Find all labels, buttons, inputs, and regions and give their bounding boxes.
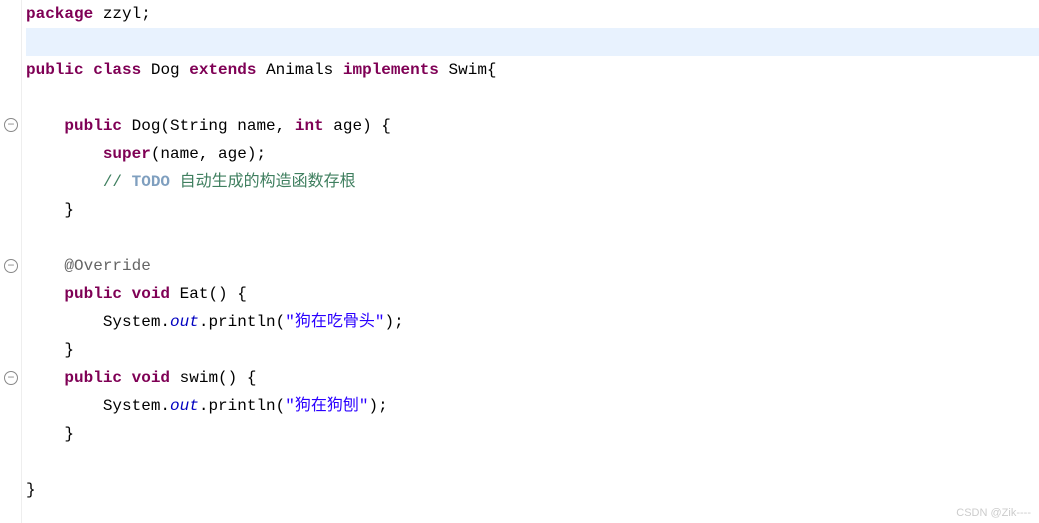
keyword: public xyxy=(26,61,84,79)
text: Swim{ xyxy=(439,61,497,79)
code-line[interactable]: public Dog(String name, int age) { xyxy=(26,112,1039,140)
keyword: extends xyxy=(189,61,256,79)
code-line[interactable]: } xyxy=(26,420,1039,448)
text: System. xyxy=(26,397,170,415)
keyword: void xyxy=(132,285,170,303)
keyword: void xyxy=(132,369,170,387)
text: age) { xyxy=(324,117,391,135)
comment: 自动生成的构造函数存根 xyxy=(170,173,356,191)
text xyxy=(84,61,94,79)
code-line[interactable]: super(name, age); xyxy=(26,140,1039,168)
comment: // xyxy=(103,173,132,191)
text: Eat() { xyxy=(170,285,247,303)
code-line-current[interactable] xyxy=(26,28,1039,56)
text: Dog xyxy=(141,61,189,79)
code-line[interactable] xyxy=(26,224,1039,252)
text: Dog(String name, xyxy=(122,117,295,135)
text: } xyxy=(26,425,74,443)
text: } xyxy=(26,201,74,219)
watermark: CSDN @Zik---- xyxy=(956,507,1031,519)
gutter: − − − xyxy=(0,0,22,523)
text: ); xyxy=(368,397,387,415)
string-literal: "狗在狗刨" xyxy=(285,397,368,415)
code-content[interactable]: package zzyl; public class Dog extends A… xyxy=(22,0,1039,523)
text: } xyxy=(26,341,74,359)
code-line[interactable]: } xyxy=(26,336,1039,364)
todo-tag: TODO xyxy=(132,173,170,191)
text: .println( xyxy=(199,397,285,415)
text: zzyl; xyxy=(93,5,151,23)
keyword: package xyxy=(26,5,93,23)
text: ); xyxy=(384,313,403,331)
code-line[interactable] xyxy=(26,448,1039,476)
keyword: public xyxy=(64,285,122,303)
code-line[interactable]: public void swim() { xyxy=(26,364,1039,392)
code-line[interactable]: } xyxy=(26,476,1039,504)
keyword: class xyxy=(93,61,141,79)
code-line[interactable]: @Override xyxy=(26,252,1039,280)
field: out xyxy=(170,313,199,331)
code-line[interactable] xyxy=(26,84,1039,112)
keyword: int xyxy=(295,117,324,135)
annotation: @Override xyxy=(64,257,150,275)
text: Animals xyxy=(256,61,342,79)
code-line[interactable]: package zzyl; xyxy=(26,0,1039,28)
text: } xyxy=(26,481,36,499)
code-line[interactable]: System.out.println("狗在狗刨"); xyxy=(26,392,1039,420)
text xyxy=(122,285,132,303)
code-line[interactable]: public void Eat() { xyxy=(26,280,1039,308)
code-line[interactable]: // TODO 自动生成的构造函数存根 xyxy=(26,168,1039,196)
keyword: public xyxy=(64,369,122,387)
fold-toggle-icon[interactable]: − xyxy=(4,259,18,273)
fold-toggle-icon[interactable]: − xyxy=(4,371,18,385)
text xyxy=(122,369,132,387)
text: (name, age); xyxy=(151,145,266,163)
fold-toggle-icon[interactable]: − xyxy=(4,118,18,132)
string-literal: "狗在吃骨头" xyxy=(285,313,384,331)
keyword: public xyxy=(64,117,122,135)
text: .println( xyxy=(199,313,285,331)
code-editor[interactable]: − − − package zzyl; public class Dog ext… xyxy=(0,0,1039,523)
code-line[interactable]: System.out.println("狗在吃骨头"); xyxy=(26,308,1039,336)
text: System. xyxy=(26,313,170,331)
field: out xyxy=(170,397,199,415)
text: swim() { xyxy=(170,369,256,387)
code-line[interactable]: public class Dog extends Animals impleme… xyxy=(26,56,1039,84)
keyword: super xyxy=(103,145,151,163)
code-line[interactable]: } xyxy=(26,196,1039,224)
keyword: implements xyxy=(343,61,439,79)
